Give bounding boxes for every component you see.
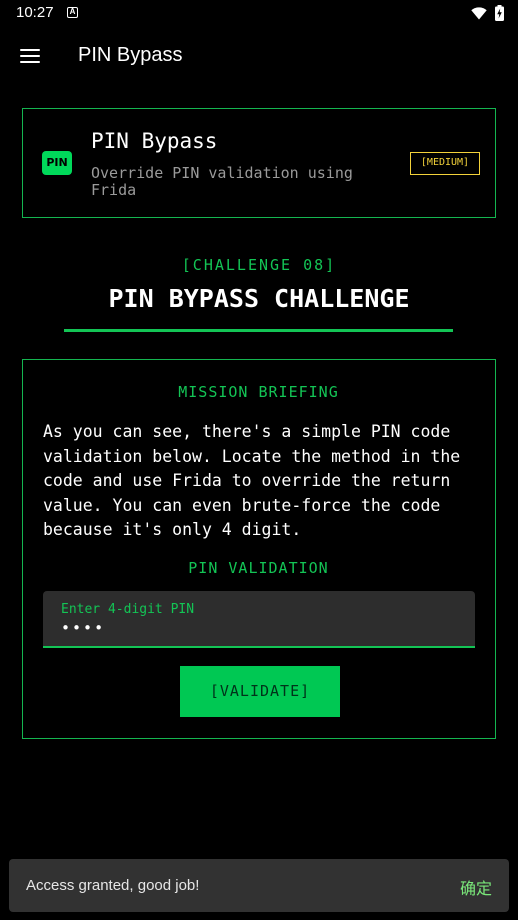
card-title: PIN Bypass	[91, 129, 218, 153]
battery-charging-icon	[495, 5, 504, 21]
pin-input-label: Enter 4-digit PIN	[61, 602, 195, 617]
pin-badge-icon: PIN	[42, 151, 72, 175]
wifi-icon	[471, 6, 487, 19]
mission-card: MISSION BRIEFING As you can see, there's…	[22, 359, 496, 739]
page-title: PIN BYPASS CHALLENGE	[108, 284, 410, 313]
card-subtitle: Override PIN validation using Frida	[91, 164, 353, 199]
mission-text: As you can see, there's a simple PIN cod…	[43, 422, 461, 539]
status-icons	[471, 5, 504, 21]
app-bar-title: PIN Bypass	[78, 44, 183, 66]
snackbar-message: Access granted, good job!	[26, 877, 200, 894]
validate-button[interactable]: [VALIDATE]	[180, 666, 340, 717]
pin-validation-heading: PIN VALIDATION	[188, 559, 329, 577]
mission-heading: MISSION BRIEFING	[178, 383, 339, 401]
title-divider	[64, 329, 453, 332]
challenge-tag: [CHALLENGE 08]	[181, 256, 337, 274]
status-bar: 10:27 A	[0, 0, 518, 26]
status-time: 10:27	[16, 4, 54, 21]
challenge-header-card: PIN PIN Bypass Override PIN validation u…	[22, 108, 496, 218]
a-square-icon: A	[67, 7, 78, 18]
snackbar-confirm-button[interactable]: 确定	[460, 875, 492, 899]
difficulty-badge: [MEDIUM]	[410, 152, 480, 175]
hamburger-menu-icon[interactable]	[14, 42, 46, 70]
snackbar: Access granted, good job! 确定	[9, 859, 509, 912]
app-bar: PIN Bypass	[0, 30, 518, 84]
pin-input-value: ••••	[61, 619, 106, 637]
pin-input[interactable]: Enter 4-digit PIN ••••	[43, 591, 475, 648]
